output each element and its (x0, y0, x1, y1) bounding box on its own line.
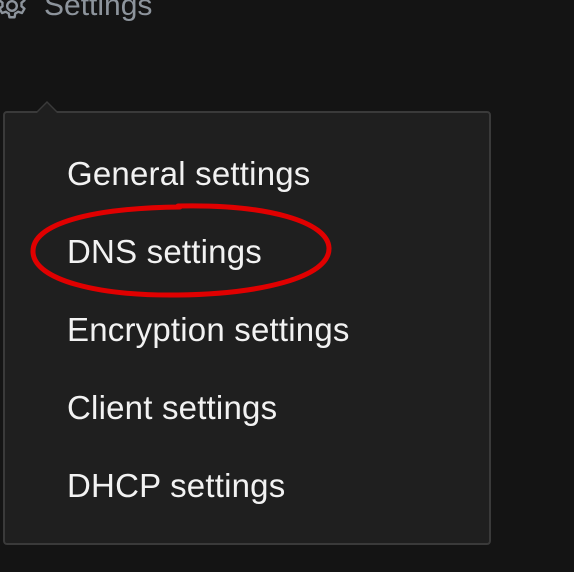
menu-item-dhcp-settings[interactable]: DHCP settings (67, 466, 285, 506)
gear-icon (0, 0, 26, 19)
page: Settings General settings DNS settings E… (0, 0, 574, 572)
menu-item-client-settings[interactable]: Client settings (67, 388, 277, 428)
settings-dropdown-menu: General settings DNS settings Encryption… (3, 101, 491, 545)
menu-item-encryption-settings[interactable]: Encryption settings (67, 310, 350, 350)
dropdown-caret (35, 101, 59, 113)
menu-item-general-settings[interactable]: General settings (67, 154, 311, 194)
nav-settings-label: Settings (44, 0, 153, 22)
nav-settings[interactable]: Settings (0, 0, 152, 26)
menu-item-dns-settings[interactable]: DNS settings (67, 232, 262, 272)
